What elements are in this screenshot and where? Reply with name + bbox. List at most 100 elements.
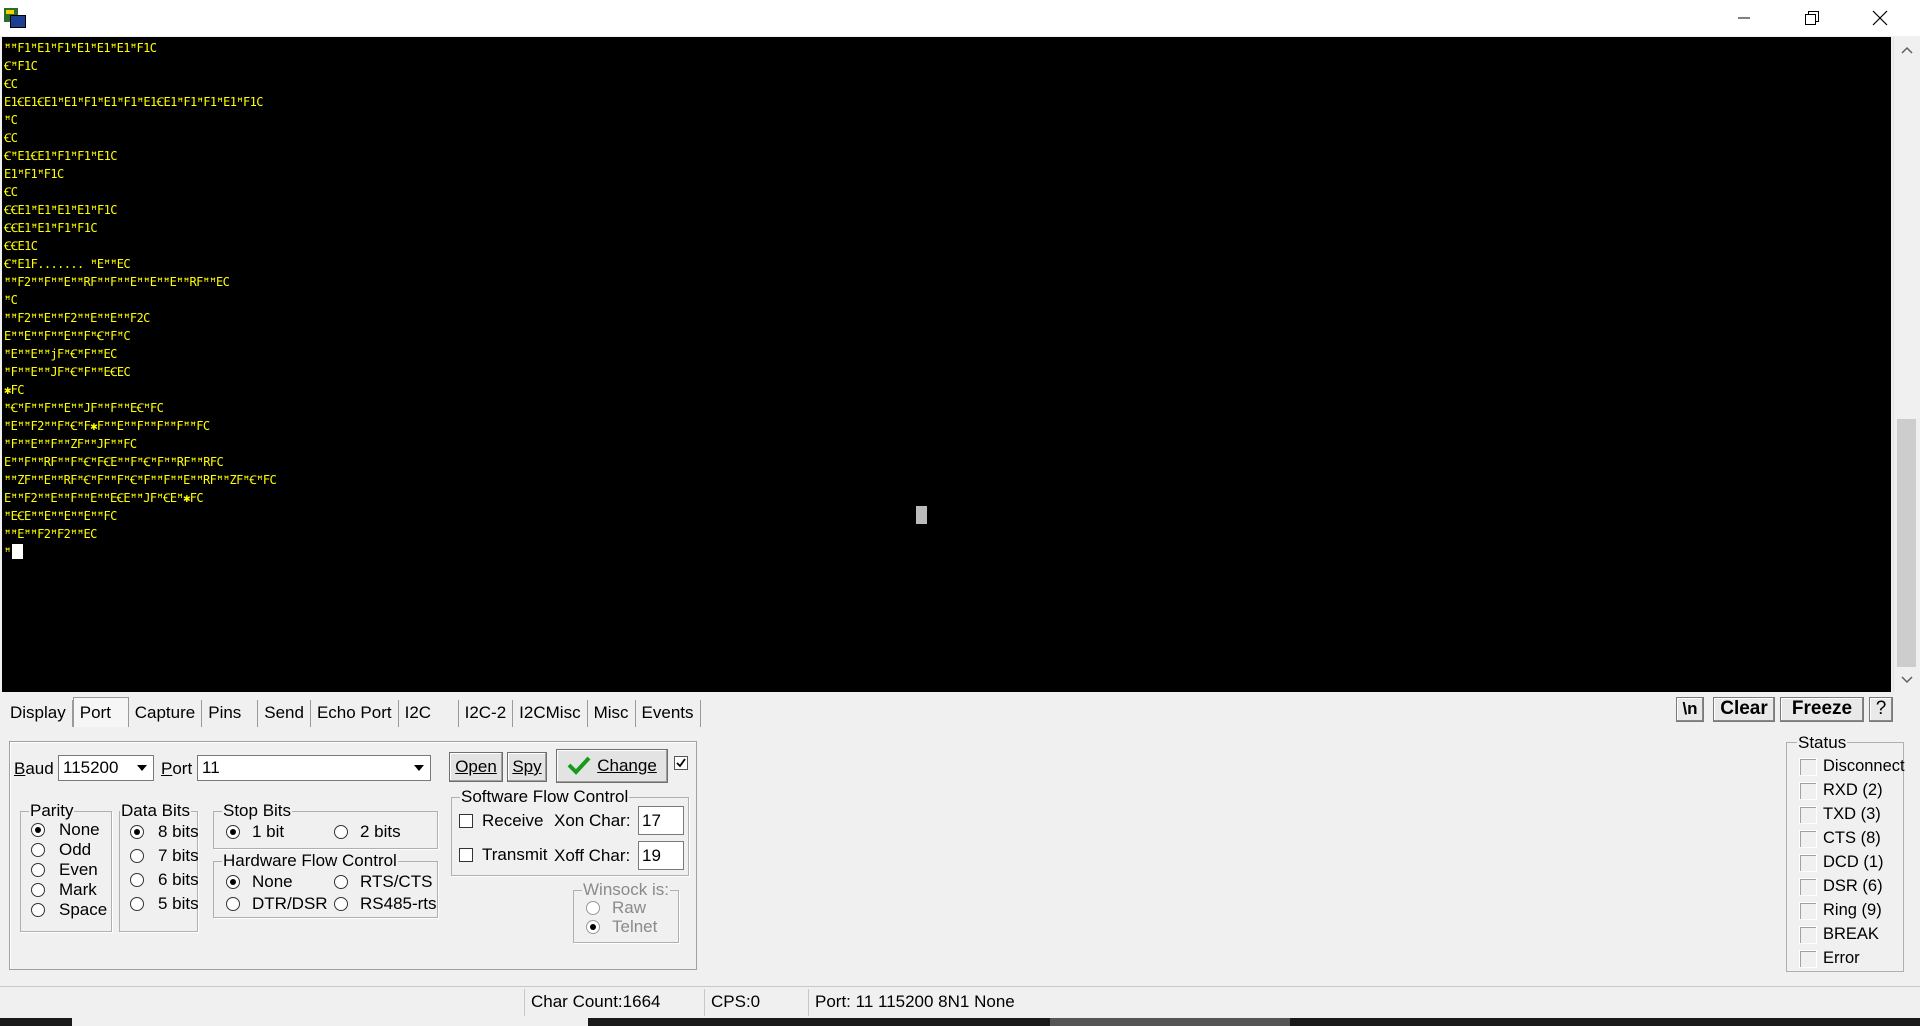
terminal-line: ꟸꟸF2ꟸꟸEꟸꟸF2ꟸꟸEꟸꟸEꟸꟸF2C bbox=[4, 311, 150, 325]
status-label: Ring (9) bbox=[1823, 901, 1882, 919]
transmit-label: Transmit bbox=[482, 845, 548, 864]
tab-pins[interactable]: Pins bbox=[202, 700, 259, 727]
freeze-button[interactable]: Freeze bbox=[1780, 697, 1864, 722]
status-label: BREAK bbox=[1823, 925, 1879, 943]
tab-events[interactable]: Events bbox=[636, 700, 701, 727]
tab-i2c-2[interactable]: I2C-2 bbox=[459, 700, 514, 727]
taskbar-edge bbox=[0, 1018, 1920, 1026]
status-bar: Char Count:1664 CPS:0 Port: 11 115200 8N… bbox=[0, 986, 1920, 1016]
scroll-up-icon[interactable] bbox=[1894, 37, 1919, 62]
parity-space-label: Space bbox=[59, 900, 108, 919]
close-icon[interactable] bbox=[1846, 0, 1914, 36]
stop-bits-2-label: 2 bits bbox=[360, 822, 401, 841]
parity-mark-radio[interactable] bbox=[31, 883, 45, 897]
terminal-output[interactable]: ꟸꟸF1ꟸE1ꟸF1ꟸE1ꟸE1ꟸE1ꟸF1C ꞒꟸF1C ꞒC E1ꞒE1ꞒE1ꟸE… bbox=[2, 37, 1891, 692]
status-led-icon bbox=[1799, 878, 1817, 896]
winsock-title: Winsock is: bbox=[582, 880, 670, 900]
parity-space-radio[interactable] bbox=[31, 903, 45, 917]
terminal-line: EꟸꟸFꟸꟸRFꟸꟸFꟸꞒꟸFꞒEꟸꟸFꟸꞒꟸFꟸꟸRFꟸꟸRFC bbox=[4, 455, 224, 469]
port-panel: Baud 115200 Port 11 Open Spy Change Pari… bbox=[9, 741, 697, 970]
newline-button[interactable]: \n bbox=[1676, 697, 1704, 722]
xon-char-input[interactable]: 17 bbox=[638, 806, 684, 835]
terminal-line: ꟸꟸF1ꟸE1ꟸF1ꟸE1ꟸE1ꟸE1ꟸF1C bbox=[4, 41, 157, 55]
terminal-line: ꟸ bbox=[4, 543, 276, 561]
tab-strip: Display Port Capture Pins Send Echo Port… bbox=[4, 697, 701, 728]
tab-i2cmisc[interactable]: I2CMisc bbox=[513, 700, 588, 727]
help-button[interactable]: ? bbox=[1869, 697, 1893, 722]
baud-value: 115200 bbox=[63, 758, 119, 777]
minimize-icon[interactable] bbox=[1710, 0, 1778, 36]
stop-bits-1-radio[interactable] bbox=[226, 825, 240, 839]
stop-bits-2-radio[interactable] bbox=[334, 825, 348, 839]
terminal-text: ꟸꟸF1ꟸE1ꟸF1ꟸE1ꟸE1ꟸE1ꟸF1C ꞒꟸF1C ꞒC E1ꞒE1ꞒE1ꟸE… bbox=[4, 39, 277, 561]
xoff-char-input[interactable]: 19 bbox=[638, 841, 684, 870]
status-label: DCD (1) bbox=[1823, 853, 1884, 871]
terminal-line: ꞒC bbox=[4, 77, 18, 91]
receive-label: Receive bbox=[482, 811, 544, 830]
spy-button[interactable]: Spy bbox=[507, 752, 547, 782]
xon-label: Xon Char: bbox=[554, 811, 631, 830]
data-bits-8-label: 8 bits bbox=[158, 822, 199, 841]
tab-misc[interactable]: Misc bbox=[588, 700, 636, 727]
hw-flow-rs485-radio[interactable] bbox=[334, 897, 348, 911]
terminal-scrollbar[interactable] bbox=[1893, 37, 1918, 693]
parity-group: Parity None Odd Even Mark Space bbox=[20, 801, 112, 932]
tab-display[interactable]: Display bbox=[4, 700, 73, 727]
tab-i2c[interactable]: I2C bbox=[399, 700, 459, 727]
hw-flow-rtscts-radio[interactable] bbox=[334, 875, 348, 889]
terminal-line: ꟸFꟸꟸEꟸꟸJFꟸꞒꟸFꟸꟸEꞒEC bbox=[4, 365, 131, 379]
scrollbar-thumb[interactable] bbox=[1897, 419, 1916, 667]
terminal-app-icon[interactable] bbox=[4, 8, 26, 28]
data-bits-8-radio[interactable] bbox=[130, 825, 144, 839]
parity-none-radio[interactable] bbox=[31, 823, 45, 837]
stop-bits-title: Stop Bits bbox=[222, 801, 293, 821]
data-bits-7-radio[interactable] bbox=[130, 849, 144, 863]
terminal-line: EꟸꟸF2ꟸꟸEꟸꟸFꟸꟸEꟸꟸEꞒEꟸꟸJFꟸꞒEꟸ✱FC bbox=[4, 491, 204, 505]
data-bits-7-label: 7 bits bbox=[158, 846, 199, 865]
tab-capture[interactable]: Capture bbox=[129, 700, 203, 727]
port-select[interactable]: 11 bbox=[197, 755, 431, 781]
hardware-flow-group: Hardware Flow Control None RTS/CTS DTR/D… bbox=[213, 851, 438, 918]
status-label: RXD (2) bbox=[1823, 781, 1883, 799]
terminal-line: ꞒꞒE1C bbox=[4, 239, 38, 253]
tab-port[interactable]: Port bbox=[72, 697, 129, 727]
checkmark-icon bbox=[567, 756, 591, 775]
status-led-icon bbox=[1799, 806, 1817, 824]
receive-checkbox[interactable] bbox=[459, 814, 473, 828]
status-led-icon bbox=[1799, 830, 1817, 848]
status-label: TXD (3) bbox=[1823, 805, 1881, 823]
open-button[interactable]: Open bbox=[449, 752, 503, 782]
hw-flow-dtrdsr-radio[interactable] bbox=[226, 897, 240, 911]
hw-flow-none-radio[interactable] bbox=[226, 875, 240, 889]
status-title: Status bbox=[1797, 733, 1848, 753]
terminal-line: ꟸEꟸꟸEꟸꟸjFꟸꞒꟸFꟸꟸEC bbox=[4, 347, 117, 361]
winsock-raw-radio[interactable] bbox=[586, 901, 600, 915]
clear-button[interactable]: Clear bbox=[1713, 697, 1775, 722]
transmit-checkbox[interactable] bbox=[459, 848, 473, 862]
scroll-down-icon[interactable] bbox=[1894, 667, 1919, 692]
change-button[interactable]: Change bbox=[556, 749, 668, 783]
terminal-line: ꞒC bbox=[4, 131, 18, 145]
status-led-icon bbox=[1799, 854, 1817, 872]
status-led-icon bbox=[1799, 926, 1817, 944]
parity-odd-radio[interactable] bbox=[31, 843, 45, 857]
mouse-caret-marker bbox=[916, 506, 927, 524]
terminal-line: ꟸC bbox=[4, 113, 18, 127]
parity-mark-label: Mark bbox=[59, 880, 97, 899]
restore-icon[interactable] bbox=[1778, 0, 1846, 36]
parity-even-radio[interactable] bbox=[31, 863, 45, 877]
data-bits-5-radio[interactable] bbox=[130, 897, 144, 911]
winsock-telnet-radio[interactable] bbox=[586, 920, 600, 934]
tab-send[interactable]: Send bbox=[258, 700, 311, 727]
terminal-line: ꟸEꟸꟸF2ꟸꟸFꟸꞒꟸF✱FꟸꟸEꟸꟸFꟸꟸFꟸꟸFꟸꟸFC bbox=[4, 419, 210, 433]
terminal-line: ꞒꟸF1C bbox=[4, 59, 38, 73]
baud-select[interactable]: 115200 bbox=[58, 755, 154, 781]
terminal-line: ✱FC bbox=[4, 383, 24, 397]
data-bits-5-label: 5 bits bbox=[158, 894, 199, 913]
data-bits-6-radio[interactable] bbox=[130, 873, 144, 887]
change-confirm-checkbox[interactable] bbox=[674, 756, 688, 770]
winsock-raw-label: Raw bbox=[612, 898, 647, 917]
parity-odd-label: Odd bbox=[59, 840, 92, 859]
status-led-icon bbox=[1799, 758, 1817, 776]
tab-echo-port[interactable]: Echo Port bbox=[311, 700, 399, 727]
